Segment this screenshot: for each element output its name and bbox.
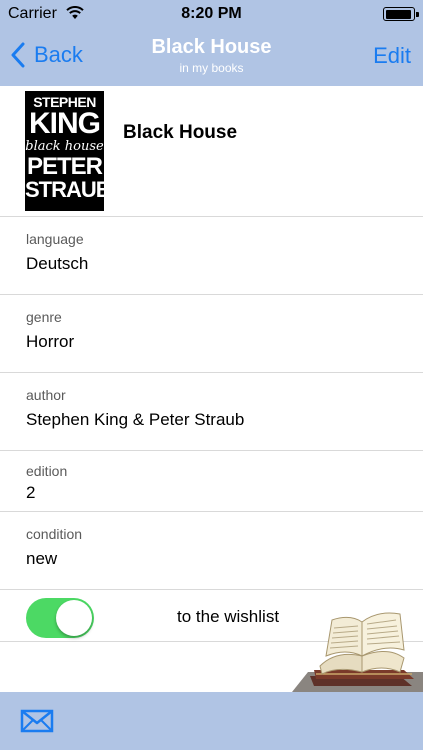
book-header: STEPHEN KING black house PETER STRAUB Bl… bbox=[0, 86, 423, 217]
page-subtitle: in my books bbox=[179, 61, 244, 75]
cover-line-5: STRAUB bbox=[25, 177, 104, 202]
condition-row[interactable]: condition new bbox=[0, 512, 423, 590]
mail-icon[interactable] bbox=[20, 709, 54, 733]
wishlist-toggle[interactable] bbox=[26, 598, 94, 638]
cover-line-4: PETER bbox=[26, 153, 103, 180]
cover-line-2: KING bbox=[29, 107, 101, 140]
edition-value: 2 bbox=[26, 483, 36, 502]
status-bar: Carrier 8:20 PM bbox=[0, 0, 423, 28]
battery-icon bbox=[383, 7, 419, 21]
author-value: Stephen King & Peter Straub bbox=[26, 410, 245, 429]
author-label: author bbox=[26, 387, 66, 403]
condition-value: new bbox=[26, 549, 58, 568]
edition-row[interactable]: edition 2 bbox=[0, 451, 423, 512]
cover-line-3: black house bbox=[25, 139, 104, 154]
edit-button[interactable]: Edit bbox=[373, 43, 411, 69]
language-row[interactable]: language Deutsch bbox=[0, 217, 423, 295]
navigation-bar: Back Black House in my books Edit bbox=[0, 28, 423, 86]
clock: 8:20 PM bbox=[181, 5, 242, 22]
bottom-toolbar bbox=[0, 692, 423, 750]
edition-label: edition bbox=[26, 463, 68, 479]
genre-label: genre bbox=[26, 309, 62, 325]
book-cover[interactable]: STEPHEN KING black house PETER STRAUB bbox=[25, 91, 104, 211]
language-label: language bbox=[26, 231, 84, 247]
wishlist-label: to the wishlist bbox=[177, 607, 280, 626]
open-book-illustration bbox=[292, 612, 423, 692]
page-title: Black House bbox=[151, 36, 272, 58]
language-value: Deutsch bbox=[26, 254, 89, 273]
genre-row[interactable]: genre Horror bbox=[0, 295, 423, 373]
genre-value: Horror bbox=[26, 332, 75, 351]
author-row[interactable]: author Stephen King & Peter Straub bbox=[0, 373, 423, 451]
toggle-knob bbox=[56, 600, 92, 636]
book-title: Black House bbox=[123, 122, 238, 143]
condition-label: condition bbox=[26, 526, 83, 542]
